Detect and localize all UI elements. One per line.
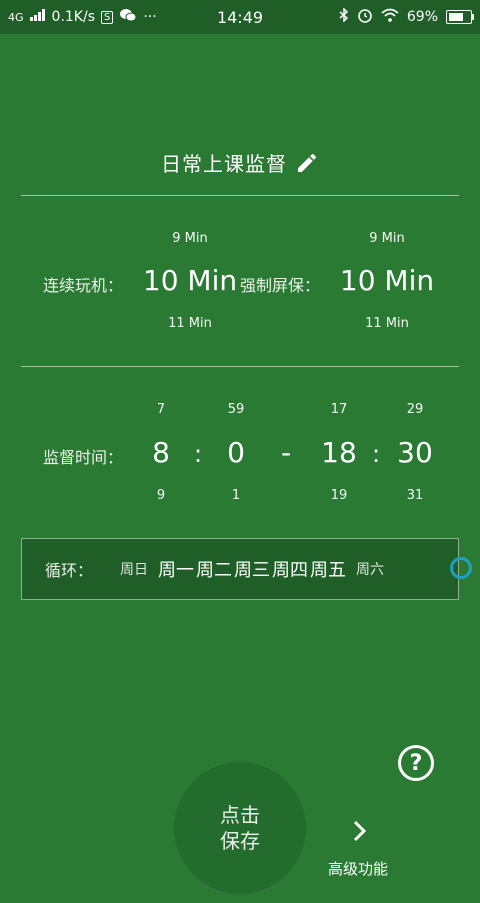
day-friday[interactable]: 周五 [310, 556, 346, 582]
repeat-label: 循环： [45, 561, 94, 580]
save-button[interactable]: 点击 保存 [174, 762, 306, 894]
bluetooth-icon [339, 7, 349, 26]
toggle-switch[interactable] [450, 557, 472, 579]
save-label-line2: 保存 [220, 829, 260, 853]
start-min-prev[interactable]: 59 [216, 402, 256, 417]
end-min-prev[interactable]: 29 [390, 402, 440, 417]
network-speed: 0.1K/s [51, 9, 95, 25]
day-tuesday[interactable]: 周二 [196, 556, 232, 582]
network-type: 4G [8, 10, 24, 24]
repeat-days-bar: 循环： 周日 周一 周二 周三 周四 周五 周六 [21, 538, 459, 600]
divider [21, 366, 459, 367]
screensaver-prev[interactable]: 9 Min [337, 231, 437, 246]
day-monday[interactable]: 周一 [158, 556, 194, 582]
advanced-features-link[interactable]: 高级功能 [328, 858, 388, 879]
chevron-right-icon[interactable] [349, 818, 371, 848]
wifi-icon [381, 8, 399, 26]
alarm-icon [357, 7, 373, 27]
save-label-line1: 点击 [220, 803, 260, 827]
play-time-prev[interactable]: 9 Min [140, 231, 240, 246]
start-hour-prev[interactable]: 7 [141, 402, 181, 417]
wechat-icon [119, 8, 137, 26]
time-colon: : [371, 440, 381, 468]
end-min-picker[interactable]: 30 [390, 436, 440, 469]
question-icon[interactable]: ? [398, 745, 434, 781]
day-thursday[interactable]: 周四 [272, 556, 308, 582]
battery-icon [446, 10, 474, 24]
end-hour-next[interactable]: 19 [319, 488, 359, 503]
time-range-dash: - [280, 436, 292, 469]
status-bar: 4G 0.1K/s S ··· 14:49 69% [0, 0, 480, 34]
end-min-next[interactable]: 31 [390, 488, 440, 503]
more-icon: ··· [143, 9, 157, 25]
start-min-picker[interactable]: 0 [216, 436, 256, 469]
page-title[interactable]: 日常上课监督 [0, 148, 480, 180]
plan-name: 日常上课监督 [161, 152, 287, 176]
play-time-next[interactable]: 11 Min [140, 316, 240, 331]
start-hour-next[interactable]: 9 [141, 488, 181, 503]
pencil-icon[interactable] [295, 151, 319, 180]
day-wednesday[interactable]: 周三 [234, 556, 270, 582]
day-saturday[interactable]: 周六 [356, 559, 384, 579]
start-hour-picker[interactable]: 8 [141, 436, 181, 469]
divider [21, 195, 459, 196]
play-time-picker[interactable]: 10 Min [140, 264, 240, 297]
screensaver-label: 强制屏保： [240, 276, 321, 295]
supervise-time-label: 监督时间： [43, 448, 124, 467]
end-hour-picker[interactable]: 18 [319, 436, 359, 469]
screensaver-next[interactable]: 11 Min [337, 316, 437, 331]
battery-percent: 69% [406, 9, 438, 25]
screensaver-picker[interactable]: 10 Min [337, 264, 437, 297]
s-badge-icon: S [101, 10, 114, 24]
day-sunday[interactable]: 周日 [120, 559, 148, 579]
play-time-label: 连续玩机： [43, 276, 124, 295]
time-colon: : [193, 440, 203, 468]
end-hour-prev[interactable]: 17 [319, 402, 359, 417]
signal-icon [29, 9, 46, 25]
start-min-next[interactable]: 1 [216, 488, 256, 503]
